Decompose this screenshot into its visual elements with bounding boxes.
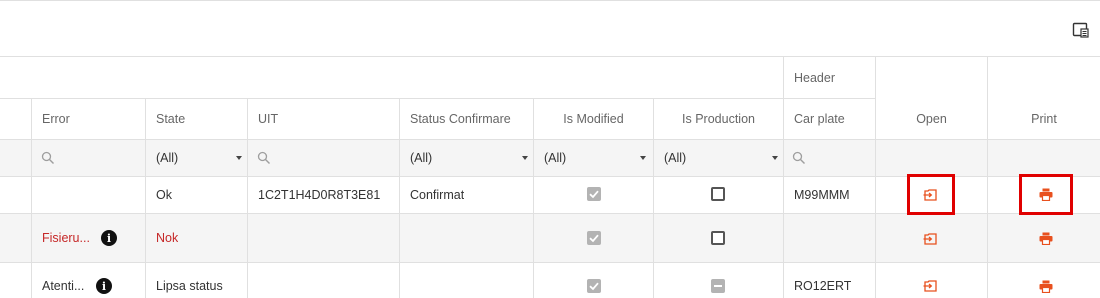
column-header-is-modified[interactable]: Is Modified xyxy=(534,98,653,139)
uit-cell: 1C2T1H4D0R8T3E81 xyxy=(258,187,381,202)
search-icon[interactable] xyxy=(792,151,806,165)
is-production-filter-select[interactable]: (All) xyxy=(664,139,780,176)
error-cell: Fisieru... xyxy=(42,230,90,245)
printer-icon xyxy=(1039,280,1053,293)
is-production-checkbox[interactable] xyxy=(711,231,725,245)
print-button[interactable] xyxy=(1019,174,1073,215)
open-document-icon xyxy=(923,280,937,292)
open-button[interactable] xyxy=(910,274,952,298)
chevron-down-icon xyxy=(772,155,778,160)
chevron-down-icon xyxy=(236,155,242,160)
printer-icon xyxy=(1039,188,1053,201)
error-cell: Atenti... xyxy=(42,279,85,293)
chevron-down-icon xyxy=(522,155,528,160)
search-icon[interactable] xyxy=(257,151,271,165)
state-cell: Nok xyxy=(156,230,179,245)
is-production-checkbox[interactable] xyxy=(711,279,725,293)
open-document-icon xyxy=(923,232,937,245)
info-icon[interactable]: i xyxy=(96,278,112,294)
is-modified-checkbox xyxy=(587,231,601,245)
column-header-is-production[interactable]: Is Production xyxy=(654,98,783,139)
chevron-down-icon xyxy=(640,155,646,160)
car-plate-cell: RO12ERT xyxy=(794,279,852,293)
info-icon[interactable]: i xyxy=(101,230,117,246)
is-modified-filter-value: (All) xyxy=(544,150,567,165)
grid-toolbar xyxy=(0,0,1100,57)
column-header-print[interactable]: Print xyxy=(988,57,1100,139)
state-filter-select[interactable]: (All) xyxy=(156,139,244,176)
is-modified-checkbox xyxy=(587,279,601,293)
band-header-label: Header xyxy=(794,70,835,85)
column-header-uit[interactable]: UIT xyxy=(258,98,278,139)
car-plate-cell: M99MMM xyxy=(794,187,850,202)
status-confirmare-filter-select[interactable]: (All) xyxy=(410,139,530,176)
column-header-status-confirmare[interactable]: Status Confirmare xyxy=(410,98,511,139)
column-chooser-icon[interactable] xyxy=(1072,21,1090,39)
open-button[interactable] xyxy=(910,221,952,256)
is-modified-checkbox xyxy=(587,187,601,201)
status-confirmare-cell: Confirmat xyxy=(410,187,465,202)
is-production-filter-value: (All) xyxy=(664,150,687,165)
state-filter-value: (All) xyxy=(156,150,179,165)
column-header-error[interactable]: Error xyxy=(42,98,70,139)
column-header-open[interactable]: Open xyxy=(876,57,987,139)
column-header-state[interactable]: State xyxy=(156,98,185,139)
state-cell: Ok xyxy=(156,187,172,202)
column-header-car-plate[interactable]: Car plate xyxy=(794,98,845,139)
is-production-checkbox[interactable] xyxy=(711,187,725,201)
is-modified-filter-select[interactable]: (All) xyxy=(544,139,648,176)
open-button[interactable] xyxy=(907,174,955,215)
print-button[interactable] xyxy=(1022,274,1070,298)
status-confirmare-filter-value: (All) xyxy=(410,150,433,165)
open-document-icon xyxy=(923,188,937,201)
state-cell: Lipsa status xyxy=(156,279,223,293)
search-icon[interactable] xyxy=(41,151,55,165)
print-button[interactable] xyxy=(1022,221,1070,256)
printer-icon xyxy=(1039,232,1053,245)
